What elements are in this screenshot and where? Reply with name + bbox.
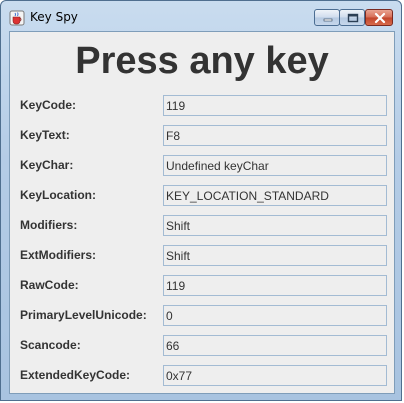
minimize-button[interactable] xyxy=(314,9,340,26)
extmodifiers-label: ExtModifiers: xyxy=(20,248,97,262)
window-title: Key Spy xyxy=(30,10,78,24)
close-button[interactable] xyxy=(365,9,393,26)
maximize-button[interactable] xyxy=(339,9,365,26)
maximize-icon xyxy=(347,13,359,23)
keytext-label: KeyText: xyxy=(20,128,70,142)
keylocation-label: KeyLocation: xyxy=(20,188,97,202)
page-title: Press any key xyxy=(75,40,329,82)
keycode-field[interactable]: 119 xyxy=(163,95,387,116)
scancode-label: Scancode: xyxy=(20,338,81,352)
title-bar[interactable]: Key Spy xyxy=(1,1,401,31)
keychar-label: KeyChar: xyxy=(20,158,74,172)
minimize-icon xyxy=(323,18,333,22)
modifiers-label: Modifiers: xyxy=(20,218,78,232)
app-window: Key Spy Press any key KeyCode: 119 KeyTe… xyxy=(0,0,402,401)
primarylevelunicode-field[interactable]: 0 xyxy=(163,305,387,326)
keytext-field[interactable]: F8 xyxy=(163,125,387,146)
close-icon xyxy=(374,12,386,24)
extendedkeycode-field[interactable]: 0x77 xyxy=(163,365,387,386)
scancode-field[interactable]: 66 xyxy=(163,335,387,356)
keylocation-field[interactable]: KEY_LOCATION_STANDARD xyxy=(163,185,387,206)
rawcode-label: RawCode: xyxy=(20,278,79,292)
modifiers-field[interactable]: Shift xyxy=(163,215,387,236)
extendedkeycode-label: ExtendedKeyCode: xyxy=(20,368,131,382)
rawcode-field[interactable]: 119 xyxy=(163,275,387,296)
extmodifiers-field[interactable]: Shift xyxy=(163,245,387,266)
content-panel: Press any key KeyCode: 119 KeyText: F8 K… xyxy=(9,31,395,394)
java-cup-icon[interactable] xyxy=(9,10,25,26)
primarylevelunicode-label: PrimaryLevelUnicode: xyxy=(20,308,147,322)
keycode-label: KeyCode: xyxy=(20,98,77,112)
keychar-field[interactable]: Undefined keyChar xyxy=(163,155,387,176)
